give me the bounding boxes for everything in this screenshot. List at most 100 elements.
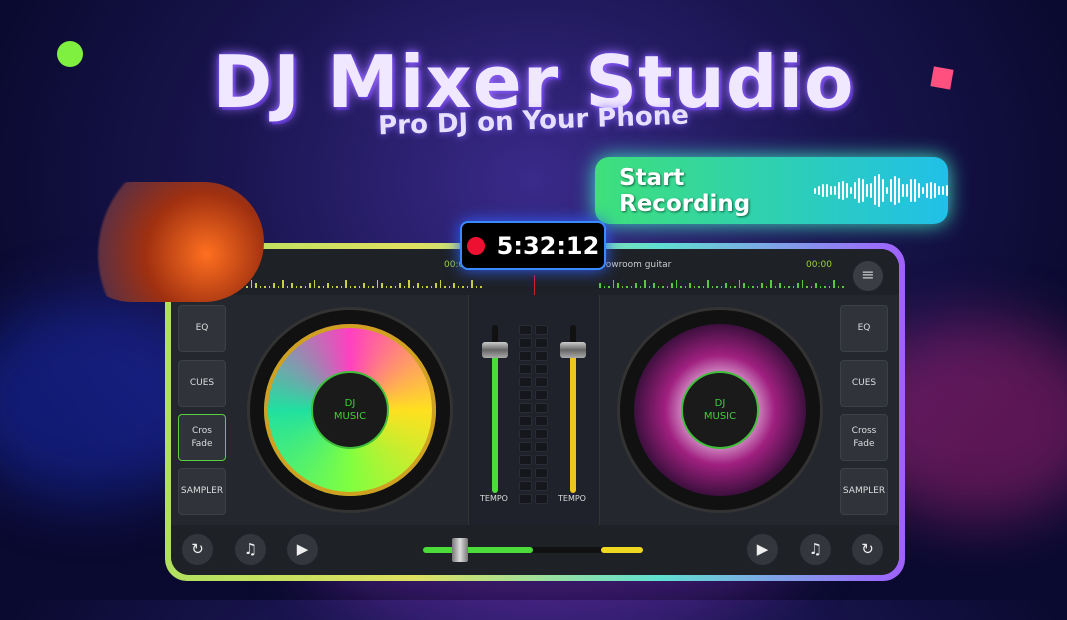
wave-tick <box>367 286 369 288</box>
refresh-button-right[interactable]: ↻ <box>852 534 883 565</box>
wave-tick <box>327 283 329 288</box>
wave-tick <box>448 286 450 288</box>
wave-tick <box>828 286 830 288</box>
meter-cell <box>519 377 532 387</box>
label-line: Fade <box>853 438 875 449</box>
meter-cell <box>519 455 532 465</box>
sampler-button-right[interactable]: SAMPLER <box>840 468 888 515</box>
wave-tick <box>246 286 248 288</box>
mixer: TEMPO TEMPO <box>468 295 600 527</box>
tempo-knob-left[interactable] <box>482 342 508 359</box>
wave-tick <box>313 280 315 288</box>
wave-bar <box>946 185 948 196</box>
label-line: Cros <box>192 425 212 436</box>
sampler-button-left[interactable]: SAMPLER <box>178 468 226 515</box>
right-turntable[interactable]: DJ MUSIC <box>620 310 820 510</box>
record-dot-icon <box>466 236 485 255</box>
start-recording-button[interactable]: Start Recording <box>595 157 948 224</box>
wave-bar <box>906 183 908 198</box>
meter-cell <box>519 494 532 504</box>
wave-tick <box>729 286 731 288</box>
tempo-slider-right[interactable] <box>560 325 586 493</box>
wave-tick <box>264 286 266 288</box>
label: EQ <box>857 323 871 333</box>
eq-button-right[interactable]: EQ <box>840 305 888 352</box>
label: SAMPLER <box>180 486 224 496</box>
label: EQ <box>195 323 209 333</box>
wave-tick <box>738 280 740 288</box>
wave-tick <box>801 280 803 288</box>
wave-tick <box>662 286 664 288</box>
label-line: DJ <box>344 398 356 409</box>
play-button-right[interactable]: ▶ <box>747 534 778 565</box>
tempo-knob-right[interactable] <box>560 342 586 359</box>
wave-bar <box>930 181 932 200</box>
wave-tick <box>376 280 378 288</box>
playlist-button-right[interactable]: ♫ <box>800 534 831 565</box>
filter-icon: ≡ <box>861 265 875 284</box>
playlist-button-left[interactable]: ♫ <box>235 534 266 565</box>
crossfade-button-left[interactable]: Cros Fade <box>178 414 226 461</box>
meter-cell <box>519 416 532 426</box>
refresh-button-left[interactable]: ↻ <box>182 534 213 565</box>
wave-tick <box>462 286 464 288</box>
right-track-name: howroom guitar <box>600 260 672 270</box>
wave-tick <box>345 280 347 288</box>
wave-tick <box>304 286 306 288</box>
right-deck-label: DJ MUSIC <box>681 371 759 449</box>
meter-cell <box>519 390 532 400</box>
wave-tick <box>412 286 414 288</box>
wave-tick <box>734 286 736 288</box>
crossfader-knob[interactable] <box>452 538 469 562</box>
wave-tick <box>680 286 682 288</box>
wave-tick <box>716 286 718 288</box>
wave-bar <box>870 183 872 198</box>
wave-bar <box>894 175 896 206</box>
wave-tick <box>381 283 383 288</box>
meter-cell <box>535 416 548 426</box>
wave-bar <box>882 178 884 203</box>
wave-tick <box>399 283 401 288</box>
wave-tick <box>648 286 650 288</box>
meter-cell <box>535 455 548 465</box>
wave-tick <box>810 286 812 288</box>
left-waveform <box>237 280 482 288</box>
wave-bar <box>826 183 828 198</box>
wave-tick <box>635 283 637 288</box>
wave-bar <box>830 185 832 196</box>
wave-tick <box>480 286 482 288</box>
wave-tick <box>403 286 405 288</box>
meter-cell <box>535 403 548 413</box>
wave-tick <box>675 280 677 288</box>
tempo-slider-left[interactable] <box>482 325 508 493</box>
wave-bar <box>926 183 928 198</box>
wave-tick <box>291 283 293 288</box>
play-button-left[interactable]: ▶ <box>287 534 318 565</box>
cues-button-left[interactable]: CUES <box>178 360 226 407</box>
wave-bar <box>842 180 844 201</box>
wave-tick <box>626 286 628 288</box>
label-line: MUSIC <box>703 411 737 422</box>
label: Cros Fade <box>191 425 212 451</box>
refresh-icon: ↻ <box>861 540 874 558</box>
wave-bar <box>834 185 836 196</box>
wave-tick <box>336 286 338 288</box>
wave-tick <box>277 286 279 288</box>
filter-button[interactable]: ≡ <box>853 261 883 291</box>
left-turntable[interactable]: DJ MUSIC <box>250 310 450 510</box>
play-icon: ▶ <box>296 540 309 558</box>
wave-bar <box>914 179 916 202</box>
wave-tick <box>815 283 817 288</box>
wave-tick <box>657 286 659 288</box>
label: SAMPLER <box>842 486 886 496</box>
wave-tick <box>408 280 410 288</box>
meter-cell <box>519 338 532 348</box>
wave-tick <box>666 286 668 288</box>
play-icon: ▶ <box>756 540 769 558</box>
cues-button-right[interactable]: CUES <box>840 360 888 407</box>
eq-button-left[interactable]: EQ <box>178 305 226 352</box>
meter-cell <box>535 351 548 361</box>
wave-tick <box>630 286 632 288</box>
wave-bar <box>910 179 912 202</box>
crossfade-button-right[interactable]: Cross Fade <box>840 414 888 461</box>
